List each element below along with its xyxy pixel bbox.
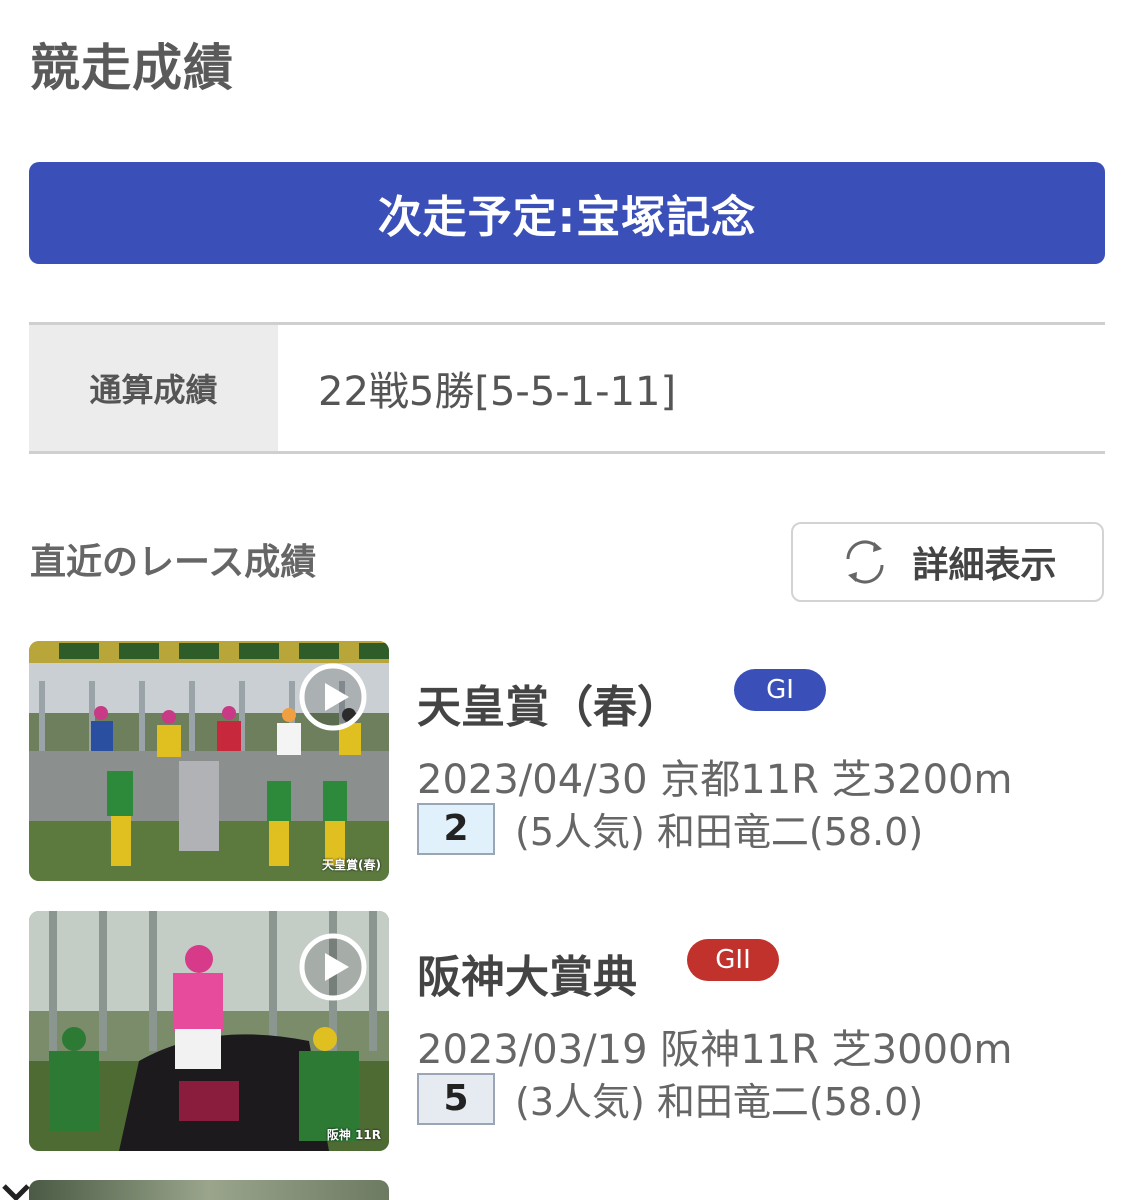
result-row: 5 (3人気) 和田竜二(58.0) <box>417 1071 923 1126</box>
play-icon <box>299 933 367 1001</box>
race-info: 2023/04/30 京都11R 芝3200m <box>417 757 1013 803</box>
finish-position-badge: 5 <box>417 1072 495 1125</box>
race-video-thumbnail[interactable]: 阪神 11R <box>29 911 389 1151</box>
recent-results-title: 直近のレース成績 <box>30 542 317 583</box>
play-icon <box>299 663 367 731</box>
race-item: 阪神 11R 阪神大賞典 GII 2023/03/19 阪神11R 芝3000m… <box>29 911 1105 1151</box>
next-race-button[interactable]: 次走予定:宝塚記念 <box>29 162 1105 264</box>
race-item: 天皇賞(春) 天皇賞（春） GI 2023/04/30 京都11R 芝3200m… <box>29 641 1105 881</box>
grade-badge: GI <box>734 669 826 711</box>
result-details: (5人気) 和田竜二(58.0) <box>515 810 924 854</box>
race-video-thumbnail[interactable]: 天皇賞(春) <box>29 641 389 881</box>
detail-view-label: 詳細表示 <box>912 545 1057 586</box>
finish-position-badge: 2 <box>417 802 495 855</box>
refresh-icon <box>838 535 892 589</box>
race-name-link[interactable]: 阪神大賞典 <box>417 941 637 1005</box>
grade-badge: GII <box>687 939 779 981</box>
chevron-icon <box>2 1184 30 1200</box>
race-video-thumbnail-partial[interactable] <box>29 1180 389 1200</box>
result-row: 2 (5人気) 和田竜二(58.0) <box>417 801 923 856</box>
video-caption: 阪神 11R <box>326 1128 381 1142</box>
page-title: 競走成績 <box>30 39 234 97</box>
race-info: 2023/03/19 阪神11R 芝3000m <box>417 1027 1013 1073</box>
career-record-table: 通算成績 22戦5勝[5-5-1-11] <box>29 322 1105 454</box>
detail-view-button[interactable]: 詳細表示 <box>791 522 1104 602</box>
race-results-page: 競走成績 次走予定:宝塚記念 通算成績 22戦5勝[5-5-1-11] 直近のレ… <box>0 0 1133 1200</box>
result-details: (3人気) 和田竜二(58.0) <box>515 1080 924 1124</box>
career-record-label: 通算成績 <box>29 325 278 451</box>
career-record-value: 22戦5勝[5-5-1-11] <box>318 369 677 415</box>
video-caption: 天皇賞(春) <box>322 858 381 872</box>
race-name-link[interactable]: 天皇賞（春） <box>417 671 681 735</box>
